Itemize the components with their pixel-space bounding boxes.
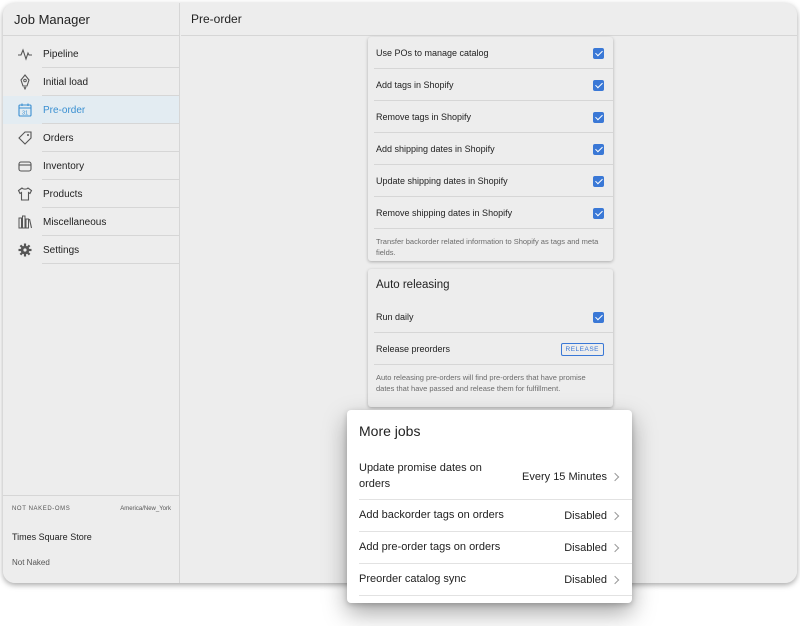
update-shipping-dates-checkbox[interactable] — [593, 175, 604, 187]
rocket-icon — [3, 74, 43, 90]
sidebar-footer: NOT NAKED-OMS America/New_York Times Squ… — [3, 495, 179, 583]
chevron-right-icon — [610, 472, 620, 481]
chevron-right-icon — [610, 543, 620, 553]
setting-row: Run daily — [368, 301, 613, 333]
job-frequency: Disabled — [564, 542, 607, 554]
shirt-icon — [3, 186, 43, 202]
job-frequency: Disabled — [564, 510, 607, 522]
chevron-right-icon — [610, 575, 620, 585]
setting-row: Release preorders RELEASE — [368, 333, 613, 365]
job-row-add-preorder-tags[interactable]: Add pre-order tags on orders Disabled — [347, 532, 632, 564]
job-label: Add pre-order tags on orders — [359, 541, 501, 554]
sidebar-item-label: Products — [43, 188, 83, 200]
pulse-icon — [3, 46, 43, 62]
add-shipping-dates-checkbox[interactable] — [593, 143, 604, 155]
job-label: Add backorder tags on orders — [359, 509, 504, 522]
run-daily-checkbox[interactable] — [593, 311, 604, 323]
card-title: Auto releasing — [376, 279, 450, 291]
setting-row: Add tags in Shopify — [368, 69, 613, 101]
setting-row: Update shipping dates in Shopify — [368, 165, 613, 197]
job-frequency: Disabled — [564, 574, 607, 586]
release-button[interactable]: RELEASE — [560, 342, 604, 356]
sidebar-menu: Pipeline Initial load 31 Pre-order Order… — [3, 40, 179, 264]
chevron-right-icon — [610, 511, 620, 521]
remove-tags-checkbox[interactable] — [593, 111, 604, 123]
remove-shipping-dates-checkbox[interactable] — [593, 207, 604, 219]
sidebar-item-label: Pre-order — [43, 104, 86, 116]
card-description: Auto releasing pre-orders will find pre-… — [376, 373, 586, 394]
card-description: Transfer backorder related information t… — [376, 237, 599, 258]
sidebar-item-label: Inventory — [43, 160, 85, 172]
sidebar-item-label: Settings — [43, 244, 80, 256]
sidebar-item-settings[interactable]: Settings — [3, 236, 179, 264]
job-row-update-promise-dates[interactable]: Update promise dates on orders Every 15 … — [347, 453, 632, 500]
sidebar-item-label: Miscellaneous — [43, 216, 107, 228]
sidebar-item-inventory[interactable]: Inventory — [3, 152, 179, 180]
setting-row: Remove tags in Shopify — [368, 101, 613, 133]
sidebar-item-miscellaneous[interactable]: Miscellaneous — [3, 208, 179, 236]
job-label: Preorder catalog sync — [359, 573, 466, 586]
sidebar-item-label: Orders — [43, 132, 74, 144]
use-pos-checkbox[interactable] — [593, 47, 604, 59]
setting-row: Add shipping dates in Shopify — [368, 133, 613, 165]
sidebar-item-products[interactable]: Products — [3, 180, 179, 208]
library-icon — [3, 214, 43, 230]
job-label: Update promise dates on orders — [359, 461, 482, 490]
calendar-icon: 31 — [3, 102, 43, 118]
sidebar-item-initial-load[interactable]: Initial load — [3, 68, 179, 96]
auto-releasing-card: Auto releasing Run daily Release preorde… — [368, 269, 613, 407]
job-row-add-backorder-tags[interactable]: Add backorder tags on orders Disabled — [347, 500, 632, 532]
more-jobs-card: More jobs Update promise dates on orders… — [347, 410, 632, 603]
gear-icon — [3, 242, 43, 258]
timezone: America/New_York — [120, 506, 171, 512]
sidebar-item-label: Pipeline — [43, 48, 79, 60]
tag-icon — [3, 130, 43, 146]
setting-row: Use POs to manage catalog — [368, 37, 613, 69]
sidebar-item-label: Initial load — [43, 76, 89, 88]
sidebar: Job Manager Pipeline Initial load 31 Pre… — [3, 3, 180, 583]
sidebar-item-orders[interactable]: Orders — [3, 124, 179, 152]
job-frequency: Every 15 Minutes — [522, 470, 607, 483]
more-jobs-title: More jobs — [359, 423, 421, 439]
page-title: Pre-order — [181, 3, 797, 36]
job-row-preorder-catalog-sync[interactable]: Preorder catalog sync Disabled — [347, 564, 632, 596]
sidebar-item-pipeline[interactable]: Pipeline — [3, 40, 179, 68]
shopify-settings-card: Use POs to manage catalog Add tags in Sh… — [368, 37, 613, 261]
app-title: Job Manager — [3, 3, 179, 36]
instance-name: NOT NAKED-OMS — [12, 506, 71, 512]
setting-row: Remove shipping dates in Shopify — [368, 197, 613, 229]
sidebar-item-pre-order[interactable]: 31 Pre-order — [3, 96, 179, 124]
store-company: Not Naked — [12, 558, 50, 567]
archive-icon — [3, 158, 43, 174]
svg-text:31: 31 — [21, 111, 27, 117]
add-tags-checkbox[interactable] — [593, 79, 604, 91]
store-name[interactable]: Times Square Store — [3, 516, 179, 542]
